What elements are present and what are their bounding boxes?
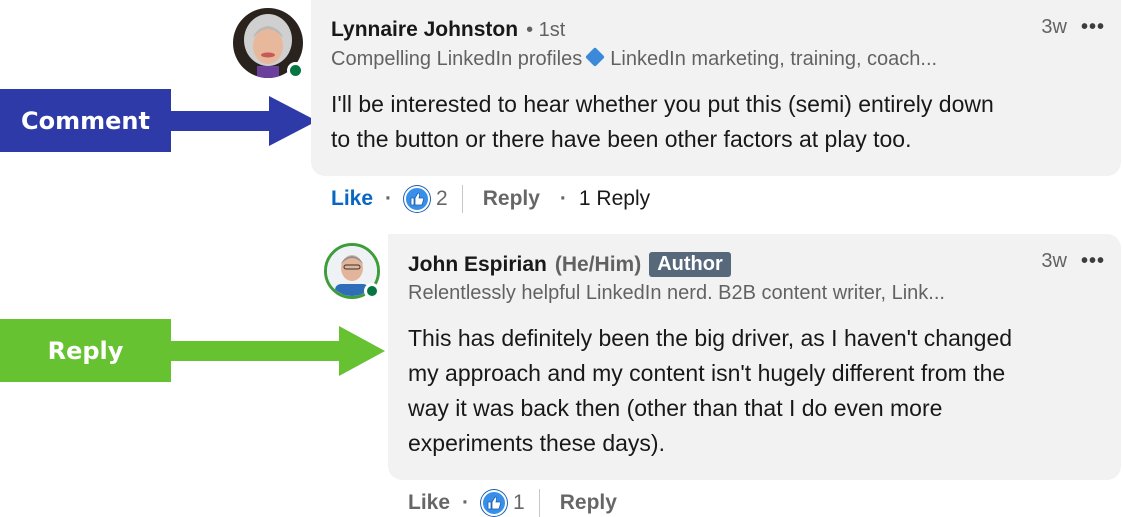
divider [461,185,463,213]
comment-headline-part2: LinkedIn marketing, training, coach... [610,48,938,70]
reply-text: This has definitely been the big driver,… [408,321,1012,461]
comment-annotation-label: Comment [0,89,171,152]
thumbs-up-icon[interactable] [481,490,508,516]
reply-author-headline: Relentlessly helpful LinkedIn nerd. B2B … [408,282,945,304]
reply-more-icon[interactable]: ••• [1081,250,1105,273]
comment-actions: Like · 2 Reply · 1 Reply [331,185,650,213]
diamond-icon [585,47,606,67]
reply-author-name[interactable]: John Espirian [408,253,547,277]
comment-author-name[interactable]: Lynnaire Johnston [331,18,518,42]
reply-author-pronouns: (He/Him) [554,252,642,276]
comment-timestamp: 3w [1041,16,1067,38]
thumbs-up-icon[interactable] [404,186,431,212]
reply-text-line: way it was back then (other than that I … [408,395,943,421]
author-badge: Author [649,252,731,277]
separator-dot: · [385,187,393,210]
comment-annotation-text: Comment [21,106,150,135]
separator-dot: · [462,491,470,514]
reply-timestamp: 3w [1041,250,1067,272]
reply-annotation-text: Reply [47,336,124,365]
comment-like-button[interactable]: Like [331,187,373,211]
divider [538,489,540,517]
replier-online-dot-icon [364,283,380,299]
comment-reply-button[interactable]: Reply [483,187,540,211]
comment-more-icon[interactable]: ••• [1081,16,1105,39]
reply-text-line: experiments these days). [408,430,665,456]
comment-arrow-icon [171,96,317,146]
separator-dot: · [559,187,567,210]
comment-connection-degree: • 1st [526,18,566,41]
comment-text-line: to the button or there have been other f… [331,126,912,152]
comment-text: I'll be interested to hear whether you p… [331,87,994,157]
comment-text-line: I'll be interested to hear whether you p… [331,91,994,117]
commenter-online-dot-icon [287,62,304,79]
reply-arrow-icon [171,326,385,376]
comment-author-headline: Compelling LinkedIn profiles LinkedIn mar… [331,47,938,71]
comment-headline-part1: Compelling LinkedIn profiles [331,48,583,70]
reply-actions: Like · 1 Reply [408,489,617,517]
comment-reaction-count[interactable]: 2 [436,187,448,211]
reply-annotation-label: Reply [0,319,171,382]
reply-bubble: John Espirian (He/Him) Author Relentless… [388,234,1121,480]
reply-text-line: This has definitely been the big driver,… [408,325,1013,351]
comment-replies-link[interactable]: 1 Reply [579,187,650,211]
reply-text-line: my approach and my content isn't hugely … [408,360,1006,386]
reply-reaction-count[interactable]: 1 [513,491,525,515]
comment-bubble: Lynnaire Johnston • 1st Compelling Linke… [311,0,1121,176]
reply-reply-button[interactable]: Reply [560,491,617,515]
reply-like-button[interactable]: Like [408,491,450,515]
